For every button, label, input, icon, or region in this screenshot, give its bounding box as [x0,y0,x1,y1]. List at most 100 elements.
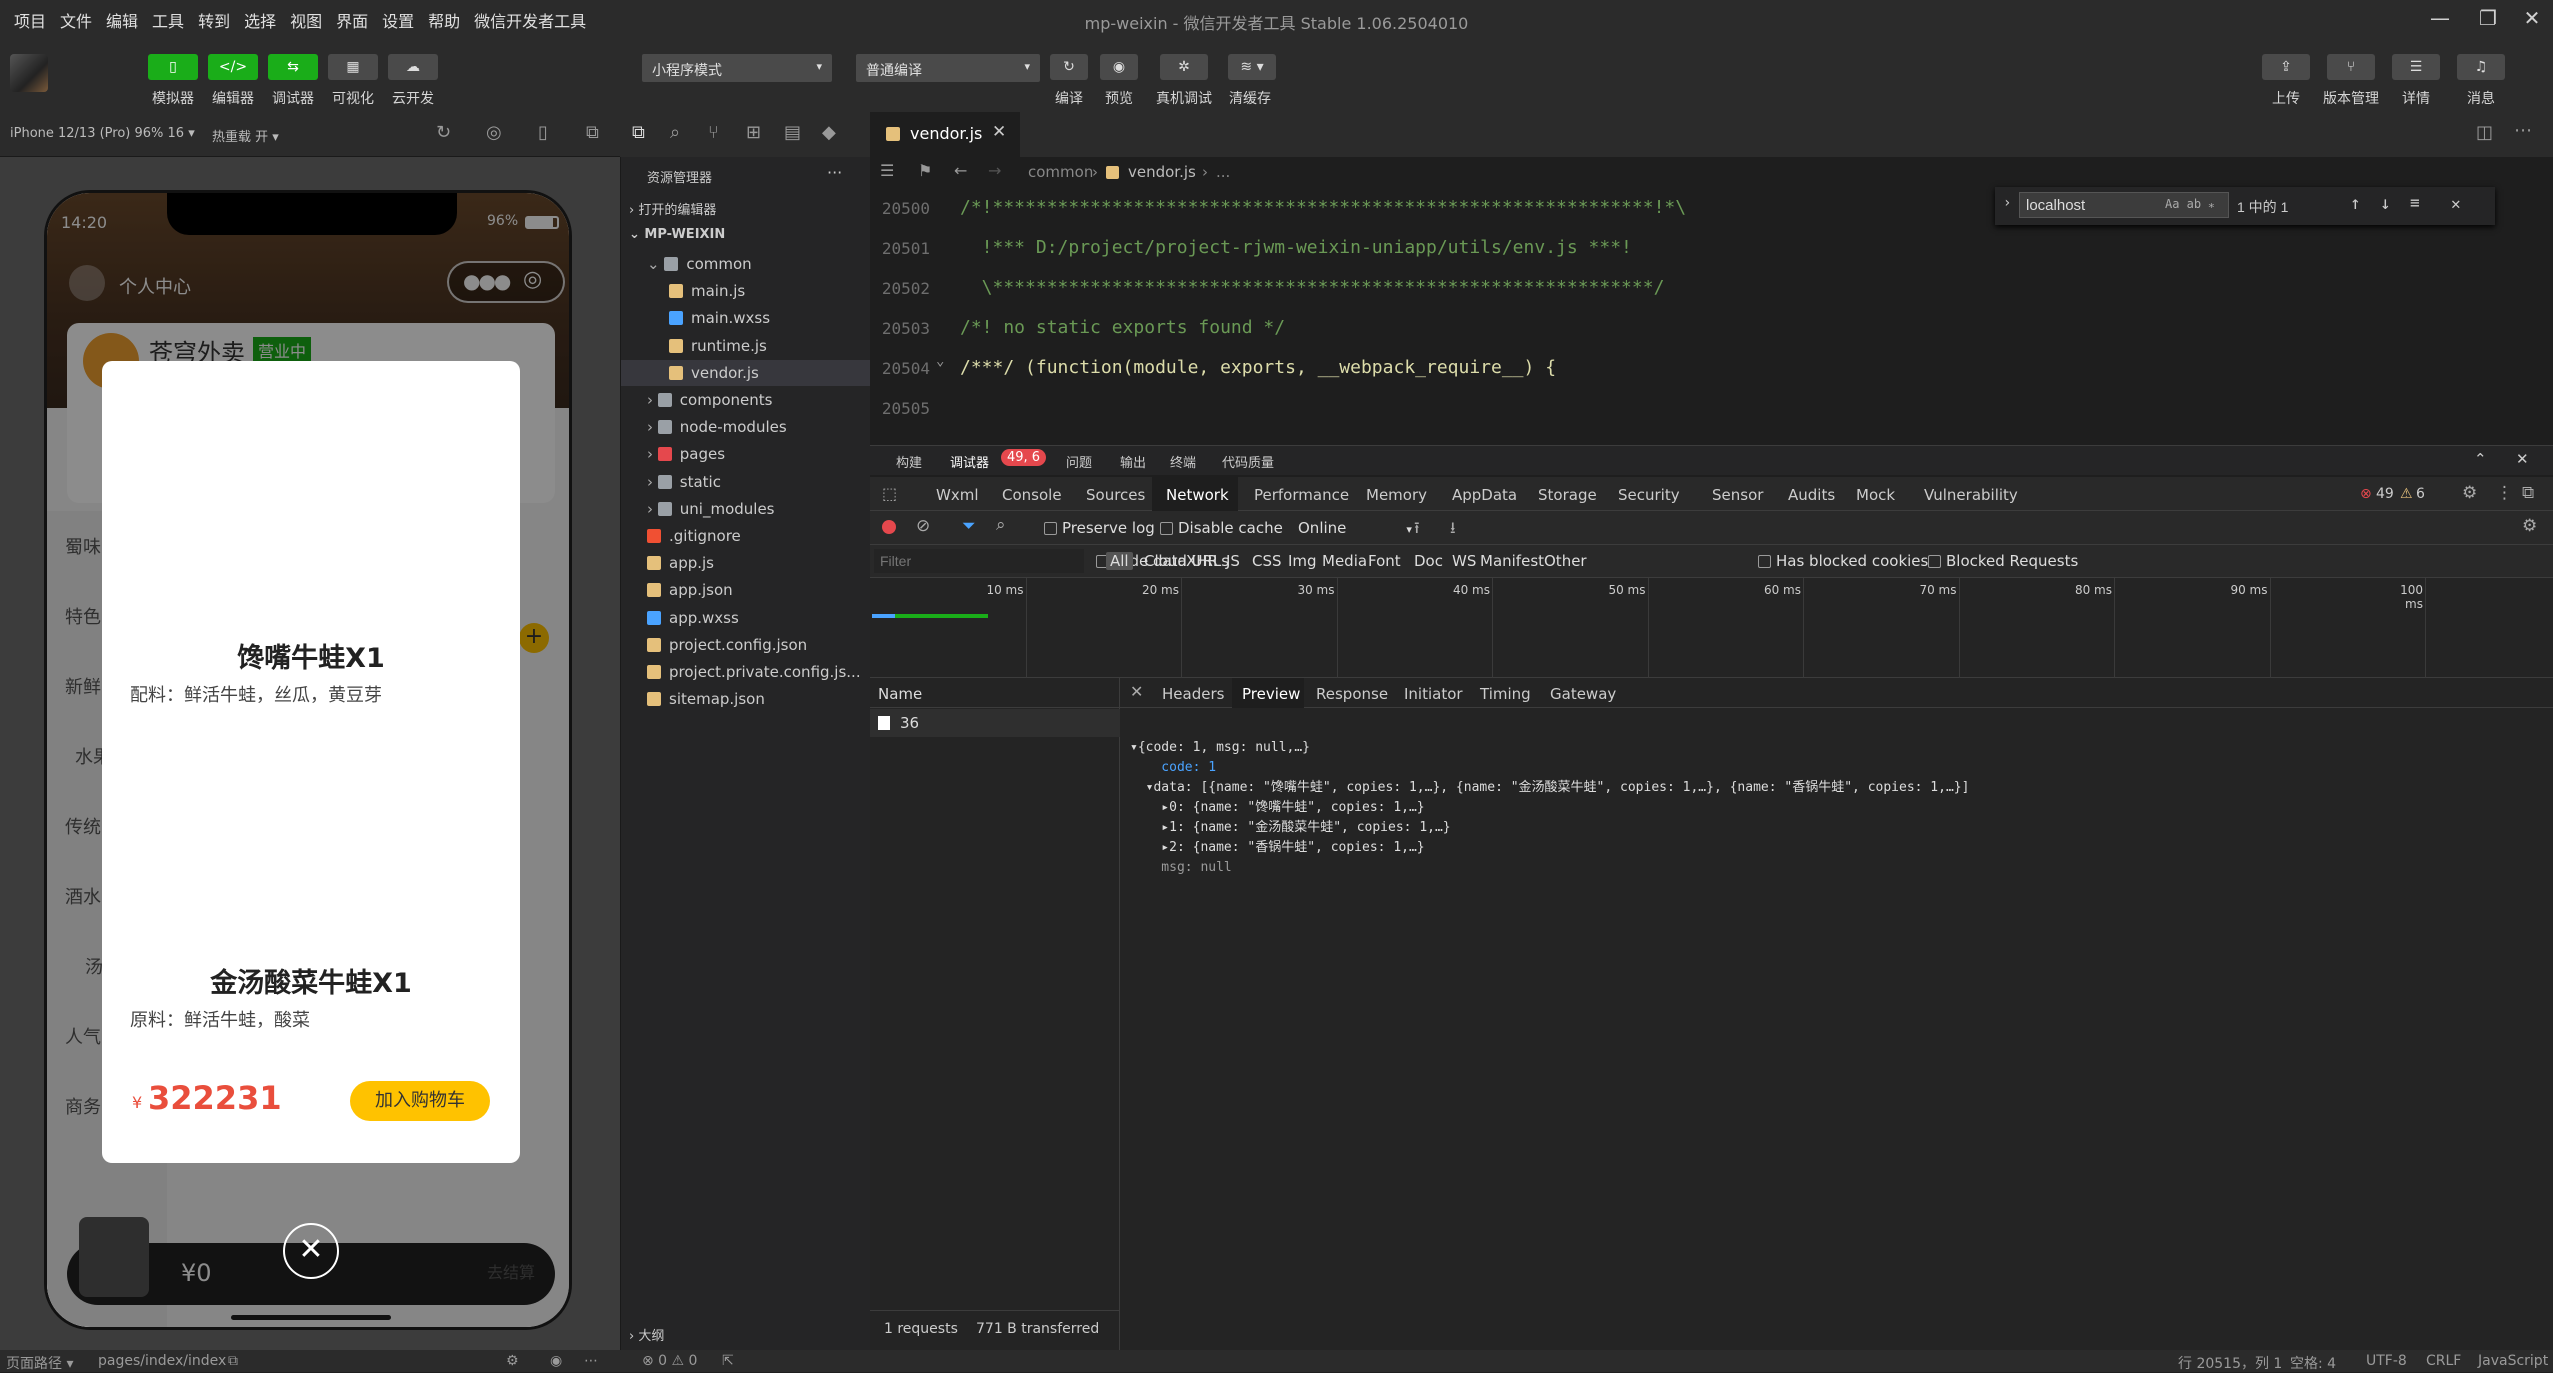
close-popup-icon[interactable]: ✕ [283,1223,339,1279]
back-icon[interactable]: ← [954,161,967,180]
tab-sources[interactable]: Sources [1086,486,1145,504]
tab-initiator[interactable]: Initiator [1404,685,1463,703]
compile-select[interactable]: 普通编译▾ [856,54,1040,82]
debugger-button[interactable]: ⇆ [268,54,318,80]
device-select[interactable]: iPhone 12/13 (Pro) 96% 16 ▾ [10,126,195,141]
blocked-cookies-checkbox[interactable]: Has blocked cookies [1758,552,1928,570]
more-actions-icon[interactable]: ⋯ [2514,120,2532,141]
name-column-header[interactable]: Name [870,678,1120,708]
eye-icon[interactable]: ◉ [550,1353,562,1369]
file-item[interactable]: .gitignore [621,523,871,549]
type-filter-css[interactable]: CSS [1252,552,1282,570]
json-line[interactable]: ▾{code: 1, msg: null,…} [1130,738,1969,758]
tab-security[interactable]: Security [1618,486,1680,504]
outline-section[interactable]: › 大纲 [629,1325,664,1344]
version-button[interactable]: ⑂ [2327,54,2375,80]
refresh-icon[interactable]: ↻ [436,122,451,143]
file-item[interactable]: runtime.js [621,333,871,359]
filter-input[interactable] [874,549,1084,573]
tab-appdata[interactable]: AppData [1452,486,1517,504]
crumb-more[interactable]: ... [1216,163,1230,181]
type-filter-ws[interactable]: WS [1452,552,1476,570]
tab-build[interactable]: 构建 [896,452,922,471]
crumb-common[interactable]: common [1028,163,1093,181]
dock-icon[interactable]: ⧉ [2522,483,2534,503]
copy-icon[interactable]: ⧉ [228,1353,238,1369]
tab-timing[interactable]: Timing [1480,685,1531,703]
network-timeline[interactable]: 10 ms20 ms30 ms40 ms50 ms60 ms70 ms80 ms… [870,578,2553,678]
tab-console[interactable]: Console [1002,486,1062,504]
throttling-select[interactable]: Online▾ [1298,519,1412,537]
folder-item[interactable]: › uni_modules [621,496,871,522]
restore-icon[interactable]: ❐ [2468,6,2508,34]
next-match-icon[interactable]: ↓ [2380,193,2391,214]
phone-icon[interactable]: ▯ [538,122,548,143]
export-har-icon[interactable]: ⭳ [1450,517,1456,544]
detach-icon[interactable]: ⧉ [586,122,599,143]
editor-button[interactable]: </> [208,54,258,80]
simulator-button[interactable]: ▯ [148,54,198,80]
tab-problems[interactable]: 问题 [1066,452,1092,471]
type-filter-all[interactable]: All [1106,552,1133,570]
tab-debugger[interactable]: 调试器 [950,452,989,471]
open-editors-section[interactable]: › 打开的编辑器 [629,199,716,218]
import-har-icon[interactable]: ⭱ [1414,517,1420,544]
tab-network-active[interactable]: Network [1152,477,1238,511]
extensions-icon[interactable]: ⊞ [746,122,761,143]
bookmark-icon[interactable]: ⚑ [918,161,932,180]
upload-button[interactable]: ⇪ [2262,54,2310,80]
file-item[interactable]: project.config.json [621,632,871,658]
mode-select[interactable]: 小程序模式▾ [642,54,832,82]
preserve-log-checkbox[interactable]: Preserve log [1044,519,1155,537]
file-item[interactable]: app.wxss [621,605,871,631]
type-filter-cloud[interactable]: Cloud [1144,552,1187,570]
disable-cache-checkbox[interactable]: Disable cache [1160,519,1283,537]
real-debug-button[interactable]: ✲ [1160,54,1208,80]
json-line[interactable]: ▾data: [{name: "馋嘴牛蛙", copies: 1,…}, {na… [1130,778,1969,798]
file-item[interactable]: main.wxss [621,305,871,331]
add-to-cart-button[interactable]: 加入购物车 [350,1081,490,1121]
encoding[interactable]: UTF-8 [2366,1353,2407,1369]
close-find-icon[interactable]: ✕ [2451,194,2461,213]
match-case-icon[interactable]: Aa ab ⁎ [2165,197,2214,211]
chevron-right-icon[interactable]: › [2003,195,2011,211]
cursor-position[interactable]: 行 20515，列 1 [2178,1353,2282,1373]
close-window-icon[interactable]: ✕ [2512,6,2552,34]
json-line[interactable]: ▸2: {name: "香锅牛蛙", copies: 1,…} [1130,838,1969,858]
code-editor[interactable]: 20500 /*!*******************************… [870,187,2553,437]
clear-icon[interactable]: ⊘ [916,516,930,536]
filter-icon[interactable]: ⏷ [962,516,976,536]
tab-mock[interactable]: Mock [1856,486,1895,504]
visual-button[interactable]: ▦ [328,54,378,80]
minimize-icon[interactable]: — [2420,6,2460,34]
file-item[interactable]: app.json [621,577,871,603]
tab-memory[interactable]: Memory [1366,486,1427,504]
collapse-panel-icon[interactable]: ⌃ [2474,450,2487,468]
folder-item[interactable]: › static [621,469,871,495]
file-item[interactable]: project.private.config.js... [621,659,871,685]
list-icon[interactable]: ☰ [880,161,894,180]
tab-performance[interactable]: Performance [1254,486,1349,504]
cloud-button[interactable]: ☁ [388,54,438,80]
folder-item[interactable]: ⌄ common [621,251,871,277]
problems-count[interactable]: ⊗ 0 ⚠ 0 [642,1353,697,1369]
docker-icon[interactable]: ◆ [822,122,836,143]
file-item[interactable]: sitemap.json [621,686,871,712]
root-folder[interactable]: ⌄ MP-WEIXIN [629,227,725,242]
stop-icon[interactable]: ◎ [486,122,502,143]
tab-audits[interactable]: Audits [1788,486,1835,504]
record-icon[interactable] [882,520,896,534]
tab-terminal[interactable]: 终端 [1170,452,1196,471]
kebab-icon[interactable]: ⋮ [2496,483,2513,503]
tab-output[interactable]: 输出 [1120,452,1146,471]
close-tab-icon[interactable]: ✕ [992,122,1006,142]
settings-icon[interactable]: ⚙ [506,1353,519,1369]
folder-item[interactable]: › components [621,387,871,413]
tab-preview-active[interactable]: Preview [1232,678,1304,708]
close-panel-icon[interactable]: ✕ [2516,450,2529,468]
git-icon[interactable]: ⑂ [708,122,719,143]
json-line[interactable]: ▸1: {name: "金汤酸菜牛蛙", copies: 1,…} [1130,818,1969,838]
file-item[interactable]: app.js [621,550,871,576]
fold-icon[interactable]: ⌄ [936,353,944,369]
preview-button[interactable]: ◉ [1100,54,1138,80]
